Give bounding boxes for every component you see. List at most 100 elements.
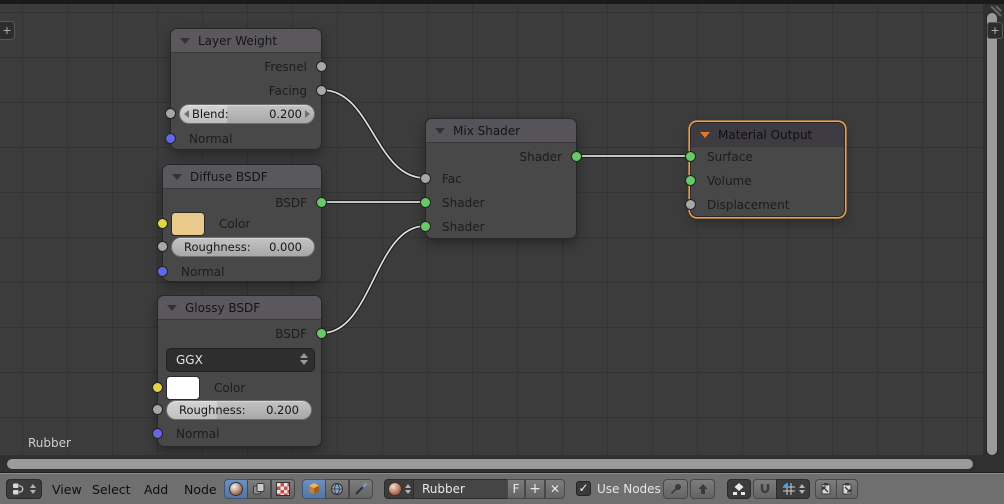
paste-nodes-button[interactable] <box>836 479 858 499</box>
browse-material-button[interactable] <box>384 479 414 499</box>
collapse-triangle-icon[interactable] <box>700 131 710 138</box>
socket-facing-output[interactable] <box>316 85 327 96</box>
socket-shader2-input[interactable] <box>420 221 431 232</box>
slider-increase-icon[interactable] <box>305 110 310 118</box>
node-title: Material Output <box>718 127 813 142</box>
menu-view[interactable]: View <box>52 482 82 497</box>
material-name-input[interactable] <box>413 479 508 499</box>
node-header-glossy-bsdf[interactable]: Glossy BSDF <box>158 296 321 320</box>
auto-offset-button[interactable] <box>727 479 751 499</box>
node-header-mix-shader[interactable]: Mix Shader <box>426 119 576 143</box>
compositing-tree-button[interactable] <box>247 479 271 499</box>
node-editor-icon <box>13 483 24 495</box>
diffuse-roughness-slider[interactable]: Roughness: 0.000 <box>171 237 315 257</box>
parent-node-tree-button[interactable] <box>690 479 715 499</box>
linestyle-shader-button[interactable] <box>349 479 373 499</box>
output-label-bsdf: BSDF <box>275 196 307 210</box>
snap-toggle-button[interactable] <box>753 479 777 499</box>
input-label-shader2: Shader <box>442 220 485 234</box>
collapse-triangle-icon[interactable] <box>172 173 182 180</box>
socket-roughness-input[interactable] <box>152 404 163 415</box>
node-header-diffuse-bsdf[interactable]: Diffuse BSDF <box>163 165 321 189</box>
socket-color-input[interactable] <box>152 382 163 393</box>
snap-increment-icon <box>782 483 795 495</box>
editor-type-chevrons-icon <box>30 484 36 494</box>
node-editor-canvas[interactable]: Rubber Layer Weight Fresnel Facing Blend… <box>0 4 1004 472</box>
socket-displacement-input[interactable] <box>685 199 696 210</box>
socket-shader-output[interactable] <box>571 151 582 162</box>
collapse-triangle-icon[interactable] <box>167 304 177 311</box>
editor-type-button[interactable] <box>6 479 42 499</box>
linestyle-pen-icon <box>355 482 368 495</box>
material-sphere-icon <box>229 482 243 496</box>
node-glossy-bsdf[interactable]: Glossy BSDF BSDF GGX Color Roughness: 0.… <box>152 295 327 447</box>
node-diffuse-bsdf[interactable]: Diffuse BSDF BSDF Color Roughness: 0.000… <box>157 164 327 282</box>
open-properties-tab[interactable]: + <box>987 22 1003 39</box>
input-label-normal: Normal <box>181 265 225 279</box>
blend-label: Blend: <box>192 107 229 121</box>
distribution-dropdown[interactable]: GGX <box>166 348 315 372</box>
output-label-bsdf: BSDF <box>275 327 307 341</box>
object-cube-icon <box>309 483 319 495</box>
socket-fac-input[interactable] <box>420 173 431 184</box>
use-nodes-label: Use Nodes <box>597 482 661 496</box>
horizontal-scrollbar[interactable] <box>6 458 974 470</box>
socket-bsdf-output[interactable] <box>316 197 327 208</box>
pin-button[interactable] <box>663 479 688 499</box>
glossy-color-swatch[interactable] <box>166 376 200 400</box>
socket-color-input[interactable] <box>157 218 168 229</box>
area-corner-grip[interactable] <box>985 4 1003 22</box>
browse-chevrons-icon <box>404 484 411 494</box>
menu-select[interactable]: Select <box>92 482 131 497</box>
copy-nodes-button[interactable] <box>815 479 837 499</box>
world-globe-icon <box>331 483 343 495</box>
menu-add[interactable]: Add <box>144 482 168 497</box>
socket-shader1-input[interactable] <box>420 197 431 208</box>
vertical-scrollbar[interactable] <box>986 12 998 456</box>
socket-normal-input[interactable] <box>157 266 168 277</box>
open-toolshelf-tab[interactable]: + <box>0 21 15 40</box>
shader-tree-button[interactable] <box>224 479 248 499</box>
collapse-triangle-icon[interactable] <box>435 127 445 134</box>
node-material-output[interactable]: Material Output Surface Volume Displacem… <box>685 122 845 217</box>
node-title: Glossy BSDF <box>185 300 261 315</box>
copy-clipboard-icon <box>821 483 831 495</box>
socket-roughness-input[interactable] <box>157 241 168 252</box>
output-label-shader: Shader <box>519 150 562 164</box>
slider-decrease-icon[interactable] <box>184 110 189 118</box>
collapse-triangle-icon[interactable] <box>180 37 190 44</box>
socket-surface-input[interactable] <box>685 151 696 162</box>
color-label: Color <box>214 381 246 395</box>
snap-element-button[interactable] <box>776 479 810 499</box>
node-layer-weight[interactable]: Layer Weight Fresnel Facing Blend: 0.200… <box>165 28 327 150</box>
node-header-material-output[interactable]: Material Output <box>691 123 844 147</box>
new-material-button[interactable]: + <box>525 479 545 499</box>
socket-fresnel-output[interactable] <box>316 61 327 72</box>
node-title: Diffuse BSDF <box>190 169 268 184</box>
auto-offset-icon <box>733 483 745 495</box>
world-shader-button[interactable] <box>325 479 349 499</box>
unlink-material-button[interactable]: ✕ <box>545 479 565 499</box>
socket-volume-input[interactable] <box>685 175 696 186</box>
blend-slider[interactable]: Blend: 0.200 <box>179 104 315 124</box>
node-header-layer-weight[interactable]: Layer Weight <box>171 29 321 53</box>
object-shader-button[interactable] <box>302 479 326 499</box>
diffuse-color-swatch[interactable] <box>171 212 205 236</box>
output-label-fresnel: Fresnel <box>264 60 307 74</box>
paste-clipboard-icon <box>842 483 852 495</box>
color-label: Color <box>219 217 251 231</box>
input-label-displacement: Displacement <box>707 198 790 212</box>
fake-user-button[interactable]: F <box>507 479 525 499</box>
socket-normal-input[interactable] <box>152 428 163 439</box>
socket-blend-input[interactable] <box>165 108 176 119</box>
texture-tree-button[interactable] <box>271 479 295 499</box>
output-label-facing: Facing <box>268 84 307 98</box>
node-title: Mix Shader <box>453 123 521 138</box>
node-mix-shader[interactable]: Mix Shader Shader Fac Shader Shader <box>420 118 582 239</box>
socket-normal-input[interactable] <box>165 133 176 144</box>
socket-bsdf-output[interactable] <box>316 328 327 339</box>
menu-node[interactable]: Node <box>184 482 217 497</box>
use-nodes-checkbox[interactable]: ✓ <box>576 481 591 496</box>
compositing-icon <box>253 483 265 495</box>
glossy-roughness-slider[interactable]: Roughness: 0.200 <box>166 400 312 420</box>
